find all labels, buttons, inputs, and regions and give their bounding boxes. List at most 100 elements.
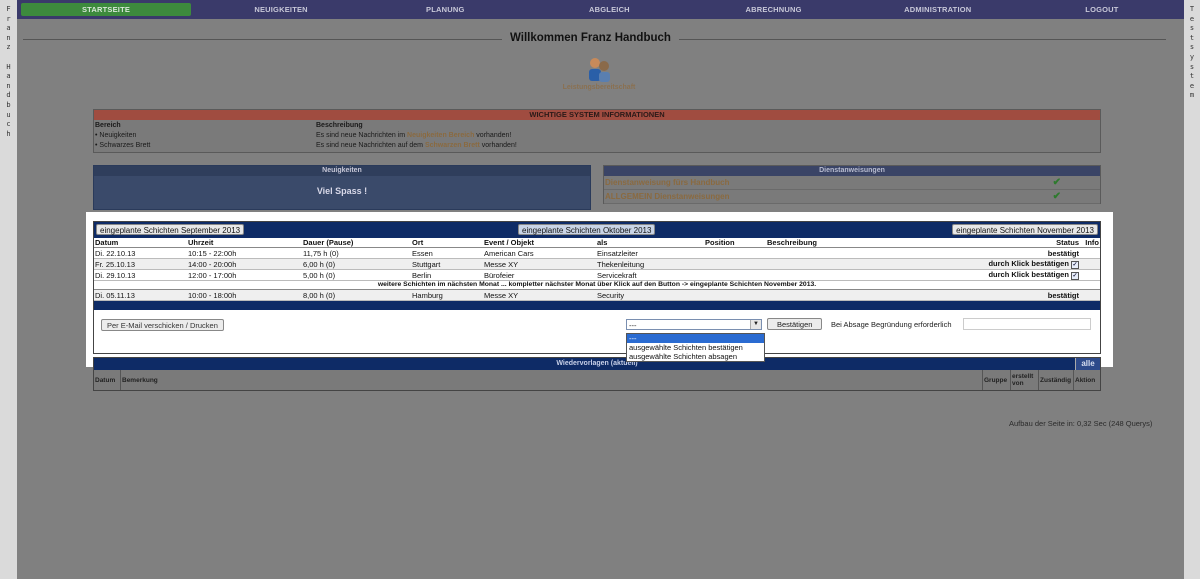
chevron-down-icon[interactable]: ▼ [750,320,761,329]
shift-place: Stuttgart [411,258,483,270]
sidebar-letter: s [1189,62,1195,71]
nav-startseite[interactable]: STARTSEITE [21,3,191,16]
col-remark: Bemerkung [121,370,983,390]
instruction-item[interactable]: ALLGEMEIN Dienstanweisungen ✔ [604,190,1100,204]
shift-date: Di. 05.11.13 [94,290,187,301]
bulk-action-controls: Per E-Mail verschicken / Drucken --- ▼ B… [94,310,1100,343]
nav-administration[interactable]: ADMINISTRATION [856,5,1020,14]
next-shift-table: Di. 05.11.13 10:00 - 18:00h 8,00 h (0) H… [94,290,1100,301]
shift-description [766,258,973,270]
shift-time: 12:00 - 17:00h [187,269,302,281]
col-date: Datum [94,370,121,390]
next-month-note: weitere Schichten im nächsten Monat ... … [94,281,1100,290]
instruction-item[interactable]: Dienstanweisung fürs Handbuch ✔ [604,176,1100,190]
sidebar-letter: c [6,120,11,129]
sidebar-letter: H [6,62,11,71]
email-print-button[interactable]: Per E-Mail verschicken / Drucken [101,319,224,331]
sysinfo-text: vorhanden! [479,141,517,149]
shifts-panel: eingeplante Schichten September 2013 ein… [86,212,1113,367]
board-link[interactable]: Schwarzen Brett [425,142,480,149]
reason-input[interactable] [963,318,1091,330]
sidebar-letter: z [6,43,11,52]
shift-description [766,269,973,281]
sysinfo-text: Es sind neue Nachrichten auf dem [316,141,425,149]
news-area-link[interactable]: Neuigkeiten Bereich [407,132,474,139]
sidebar-letter: r [6,14,11,23]
shift-event: Messe XY [483,258,596,270]
shift-status[interactable]: durch Klick bestätigen ✓ [973,258,1080,270]
shift-status: bestätigt [973,247,1080,259]
select-value: --- [629,321,637,330]
shift-place: Hamburg [411,290,483,301]
current-month-button[interactable]: eingeplante Schichten Oktober 2013 [518,224,656,235]
instruction-link[interactable]: ALLGEMEIN Dienstanweisungen [605,192,729,201]
sidebar-letter: s [1189,24,1195,33]
shift-row: Di. 29.10.13 12:00 - 17:00h 5,00 h (0) B… [94,269,1100,281]
shift-row: Di. 22.10.13 10:15 - 22:00h 11,75 h (0) … [94,247,1100,259]
option-confirm-selected[interactable]: ausgewählte Schichten bestätigen [627,343,764,352]
nav-neuigkeiten[interactable]: NEUIGKEITEN [199,5,363,14]
shift-time: 10:15 - 22:00h [187,247,302,259]
sidebar-letter: F [6,5,11,13]
nav-abgleich[interactable]: ABGLEICH [527,5,691,14]
standby-link[interactable]: Leistungsbereitschaft [547,84,651,91]
bulk-action-select[interactable]: --- ▼ [626,319,762,330]
nav-logout[interactable]: LOGOUT [1020,5,1184,14]
sysinfo-desc: Es sind neue Nachrichten auf dem Schwarz… [315,140,1100,150]
shift-date: Di. 29.10.13 [94,269,187,281]
shift-date: Di. 22.10.13 [94,247,187,259]
sidebar-letter: t [1189,33,1195,42]
news-box: Neuigkeiten Viel Spass ! [93,165,591,210]
confirm-by-click-link[interactable]: durch Klick bestätigen [988,270,1068,279]
system-info-box: WICHTIGE SYSTEM INFORMATIONEN Bereich Be… [93,109,1101,153]
shift-role: Security [596,290,704,301]
col-status: Status [973,238,1080,248]
sysinfo-row: • Neuigkeiten Es sind neue Nachrichten i… [94,130,1100,140]
month-bar: eingeplante Schichten September 2013 ein… [94,222,1100,238]
table-footer-strip [94,301,1100,310]
col-created-by: erstellt von [1011,370,1039,390]
shift-checkbox[interactable]: ✓ [1071,271,1079,280]
shift-position [704,247,766,259]
all-link[interactable]: alle [1075,358,1100,370]
col-duration: Dauer (Pause) [302,238,411,248]
column-area: Bereich [95,121,121,129]
nav-planung[interactable]: PLANUNG [363,5,527,14]
instructions-box: Dienstanweisungen Dienstanweisung fürs H… [603,165,1101,204]
shift-duration: 5,00 h (0) [302,269,411,281]
people-icon[interactable] [585,55,613,83]
col-role: als [596,238,704,248]
sidebar-letter: n [6,81,11,90]
option-none[interactable]: --- [627,334,764,343]
sysinfo-area: • Neuigkeiten [95,131,137,139]
page-load-info: Aufbau der Seite in: 0,32 Sec (248 Query… [1009,419,1153,428]
next-month-button[interactable]: eingeplante Schichten November 2013 [952,224,1098,235]
sidebar-letter: b [6,100,11,109]
templates-columns: Datum Bemerkung Gruppe erstellt von Zust… [94,370,1100,390]
system-info-title: WICHTIGE SYSTEM INFORMATIONEN [94,110,1100,120]
shift-checkbox[interactable]: ✓ [1071,260,1079,269]
sidebar-right-letters: Testsystem [1190,5,1194,101]
sidebar-letter [6,53,10,63]
shifts-table: Datum Uhrzeit Dauer (Pause) Ort Event / … [94,238,1100,281]
sidebar-letter: e [1189,14,1195,23]
nav-abrechnung[interactable]: ABRECHNUNG [692,5,856,14]
confirm-by-click-link[interactable]: durch Klick bestätigen [988,259,1068,268]
shift-description [766,247,973,259]
shift-event: Messe XY [483,290,596,301]
shift-status: bestätigt [973,290,1080,301]
instruction-link[interactable]: Dienstanweisung fürs Handbuch [605,178,729,187]
shift-status[interactable]: durch Klick bestätigen ✓ [973,269,1080,281]
sysinfo-text: vorhanden! [474,131,512,139]
shift-date: Fr. 25.10.13 [94,258,187,270]
shift-info [1080,247,1100,259]
sidebar-left: Franz Handbuch [0,0,17,579]
confirm-button[interactable]: Bestätigen [767,318,823,330]
sidebar-letter: a [6,72,11,81]
shift-position [704,269,766,281]
shift-role: Thekenleitung [596,258,704,270]
option-cancel-selected[interactable]: ausgewählte Schichten absagen [627,352,764,361]
sidebar-letter: n [6,33,11,42]
shift-duration: 6,00 h (0) [302,258,411,270]
prev-month-button[interactable]: eingeplante Schichten September 2013 [96,224,245,235]
